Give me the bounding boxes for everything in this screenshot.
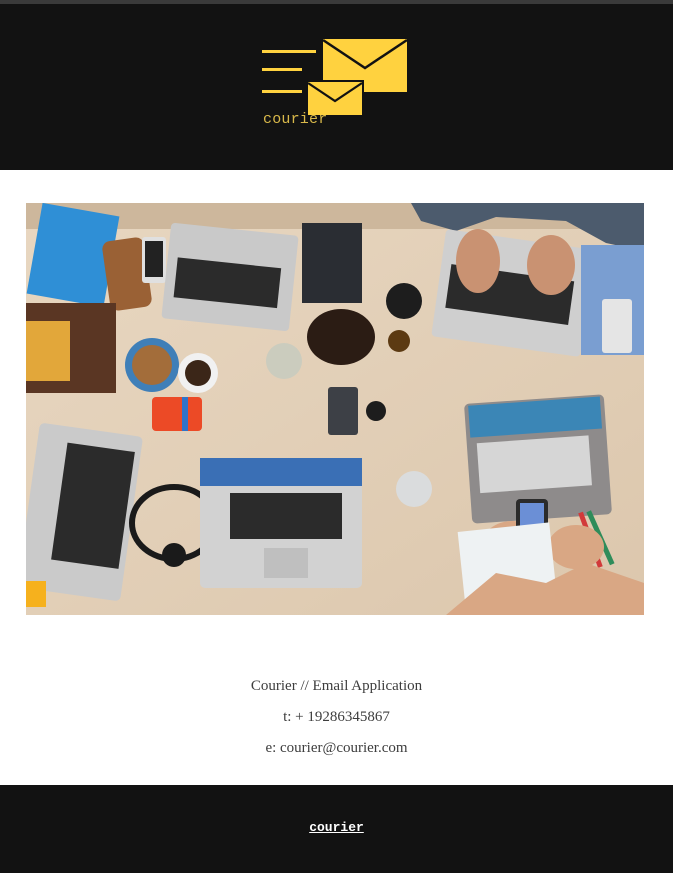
envelope-icon bbox=[262, 38, 408, 116]
brand-logo[interactable]: courier bbox=[262, 36, 412, 136]
email-address: e: courier@courier.com bbox=[265, 740, 408, 756]
site-header: courier bbox=[0, 4, 673, 170]
brand-name: courier bbox=[263, 111, 328, 128]
site-footer: courier bbox=[0, 785, 673, 873]
phone-number: t: + 19286345867 bbox=[283, 709, 390, 725]
hero-image bbox=[26, 203, 644, 615]
contact-info: Courier // Email Application t: + 192863… bbox=[0, 672, 673, 765]
footer-home-link[interactable]: courier bbox=[0, 820, 673, 835]
app-title: Courier // Email Application bbox=[250, 678, 423, 694]
